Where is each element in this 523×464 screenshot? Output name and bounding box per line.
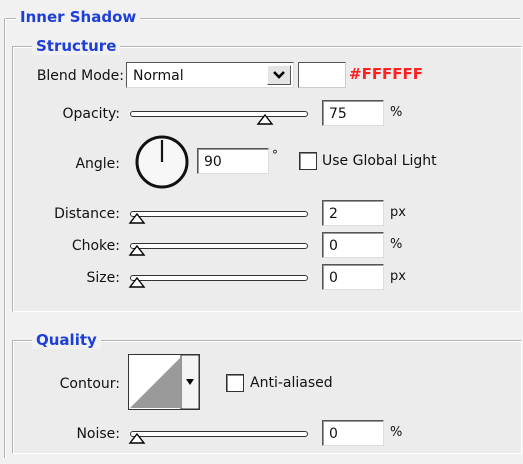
shadow-color-hex: #FFFFFF	[349, 65, 424, 83]
size-unit: px	[390, 269, 406, 284]
inner-shadow-left-rule	[4, 18, 6, 458]
anti-aliased-label[interactable]: Anti-aliased	[250, 373, 333, 393]
size-slider-track[interactable]	[130, 275, 308, 281]
noise-unit: %	[390, 425, 403, 440]
blend-mode-select[interactable]: Normal	[126, 62, 294, 88]
shadow-color-swatch[interactable]	[298, 62, 346, 88]
contour-dropdown-icon[interactable]	[181, 355, 199, 409]
angle-dial-icon	[135, 135, 189, 189]
choke-label: Choke:	[71, 238, 120, 254]
inner-shadow-title: Inner Shadow	[16, 8, 141, 26]
slider-thumb-icon	[128, 433, 146, 444]
opacity-slider-track[interactable]	[130, 111, 308, 117]
slider-thumb-icon	[128, 213, 146, 224]
use-global-light-label[interactable]: Use Global Light	[322, 151, 437, 171]
choke-input[interactable]: 0	[322, 232, 384, 258]
blend-mode-value: Normal	[133, 68, 184, 84]
quality-title: Quality	[32, 331, 101, 349]
noise-input[interactable]: 0	[322, 420, 384, 446]
structure-title: Structure	[32, 37, 121, 55]
slider-thumb-icon	[128, 277, 146, 288]
slider-thumb-icon	[256, 114, 273, 125]
contour-label: Contour:	[59, 376, 120, 392]
contour-picker[interactable]	[128, 354, 200, 410]
opacity-input[interactable]: 75	[322, 100, 384, 126]
blend-mode-label: Blend Mode:	[36, 68, 124, 84]
distance-unit: px	[390, 205, 406, 220]
choke-slider-track[interactable]	[130, 243, 308, 249]
chevron-down-icon	[273, 71, 285, 79]
distance-input[interactable]: 2	[322, 200, 384, 226]
anti-aliased-checkbox[interactable]	[226, 374, 244, 392]
noise-slider-track[interactable]	[130, 431, 308, 437]
angle-dial[interactable]	[134, 134, 190, 190]
choke-unit: %	[390, 237, 403, 252]
size-label: Size:	[86, 270, 120, 286]
blend-mode-dropdown-button[interactable]	[267, 65, 291, 85]
noise-label: Noise:	[76, 426, 120, 442]
distance-slider-track[interactable]	[130, 211, 308, 217]
opacity-label: Opacity:	[62, 106, 120, 122]
use-global-light-checkbox[interactable]	[299, 152, 317, 170]
distance-label: Distance:	[54, 206, 120, 222]
slider-thumb-icon	[128, 245, 146, 256]
angle-degree-symbol: °	[272, 148, 278, 162]
opacity-unit: %	[390, 105, 403, 120]
angle-label: Angle:	[75, 156, 120, 172]
size-input[interactable]: 0	[322, 264, 384, 290]
angle-input[interactable]: 90	[197, 148, 269, 174]
